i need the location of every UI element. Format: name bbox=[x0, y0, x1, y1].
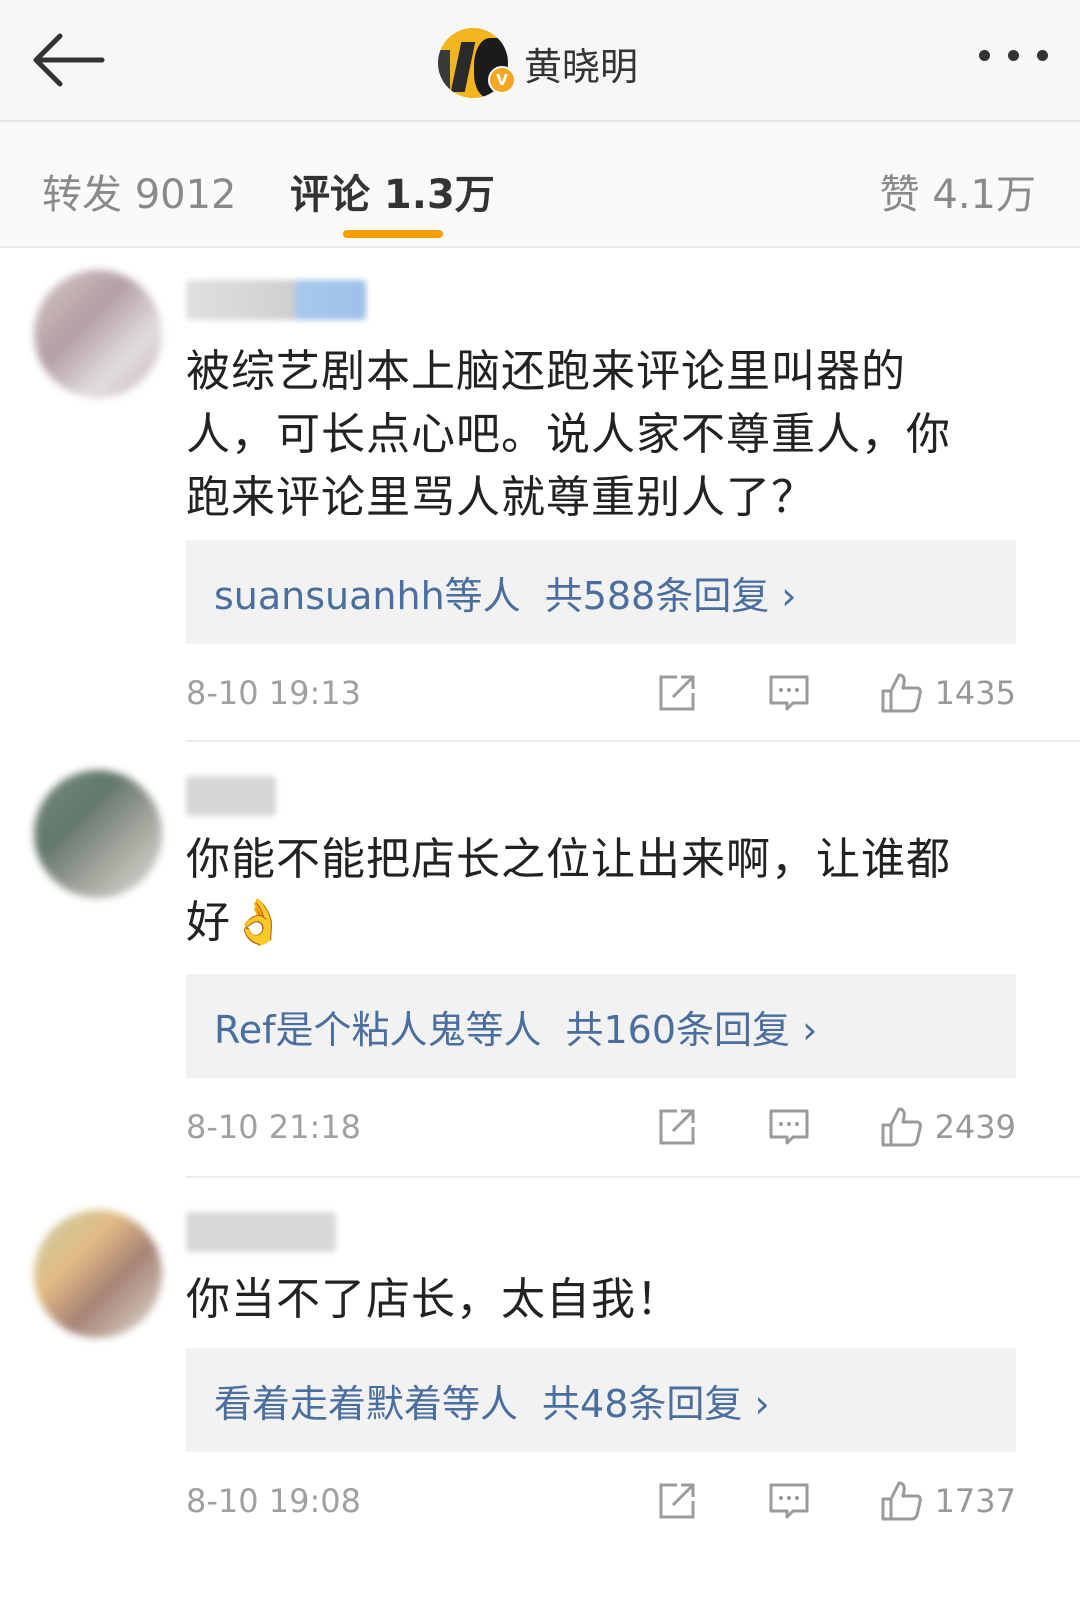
active-tab-indicator bbox=[343, 230, 443, 238]
comment-icon[interactable] bbox=[767, 1479, 811, 1523]
avatar[interactable] bbox=[34, 270, 162, 398]
tab-comment[interactable]: 评论 1.3万 bbox=[290, 162, 495, 220]
tab-bar: 转发 9012 评论 1.3万 赞 4.1万 bbox=[0, 122, 1080, 248]
comment-meta: 8-10 19:08 1737 bbox=[186, 1476, 1016, 1526]
reply-users: Ref是个粘人鬼等人 bbox=[214, 1007, 542, 1052]
arrow-left-icon[interactable] bbox=[28, 30, 108, 90]
avatar[interactable] bbox=[34, 770, 162, 898]
comment-item: 你能不能把店长之位让出来啊，让谁都 好👌 Ref是个粘人鬼等人 共160条回复 … bbox=[0, 742, 1080, 1176]
comment-icon[interactable] bbox=[767, 1105, 811, 1149]
comment-text: 你当不了店长，太自我！ bbox=[186, 1274, 681, 1325]
comment-meta: 8-10 21:18 2439 bbox=[186, 1102, 1016, 1152]
comment-text: 你能不能把店长之位让出来啊，让谁都 好👌 bbox=[186, 834, 951, 948]
reply-users: suansuanhh等人 bbox=[214, 573, 521, 618]
like-count: 1435 bbox=[934, 674, 1016, 712]
reply-count: 共160条回复 › bbox=[565, 1007, 818, 1052]
comment-text: 被综艺剧本上脑还跑来评论里叫器的 人，可长点心吧。说人家不尊重人，你 跑来评论里… bbox=[186, 346, 951, 523]
comment-time: 8-10 19:13 bbox=[186, 674, 362, 712]
username[interactable]: 黄晓明 bbox=[524, 36, 638, 91]
thumbs-up-icon[interactable] bbox=[879, 1105, 923, 1149]
thumbs-up-icon[interactable] bbox=[879, 1479, 923, 1523]
reply-preview[interactable]: Ref是个粘人鬼等人 共160条回复 › bbox=[186, 974, 1016, 1078]
comment-item: 你当不了店长，太自我！ 看着走着默着等人 共48条回复 › 8-10 19:08… bbox=[0, 1178, 1080, 1615]
share-icon[interactable] bbox=[655, 1479, 699, 1523]
tab-repost[interactable]: 转发 9012 bbox=[42, 162, 237, 220]
comment-icon[interactable] bbox=[767, 671, 811, 715]
comment-item: 被综艺剧本上脑还跑来评论里叫器的 人，可长点心吧。说人家不尊重人，你 跑来评论里… bbox=[0, 248, 1080, 740]
profile-header[interactable]: 黄晓明 bbox=[438, 18, 638, 108]
like-count: 1737 bbox=[934, 1482, 1016, 1520]
comment-time: 8-10 19:08 bbox=[186, 1482, 362, 1520]
reply-preview[interactable]: suansuanhh等人 共588条回复 › bbox=[186, 540, 1016, 644]
comment-time: 8-10 21:18 bbox=[186, 1108, 362, 1146]
reply-count: 共588条回复 › bbox=[544, 573, 797, 618]
verified-badge-icon: V bbox=[488, 66, 516, 94]
reply-users: 看着走着默着等人 bbox=[214, 1381, 519, 1426]
like-count: 2439 bbox=[934, 1108, 1016, 1146]
comment-meta: 8-10 19:13 1435 bbox=[186, 668, 1016, 718]
thumbs-up-icon[interactable] bbox=[879, 671, 923, 715]
reply-count: 共48条回复 › bbox=[542, 1381, 770, 1426]
username-blurred[interactable] bbox=[186, 280, 366, 320]
reply-preview[interactable]: 看着走着默着等人 共48条回复 › bbox=[186, 1348, 1016, 1452]
top-nav-bar: 黄晓明 V bbox=[0, 0, 1080, 122]
username-blurred[interactable] bbox=[186, 1212, 336, 1252]
username-blurred[interactable] bbox=[186, 776, 276, 816]
tab-like[interactable]: 赞 4.1万 bbox=[880, 162, 1036, 220]
more-dots-icon[interactable] bbox=[979, 50, 1048, 61]
share-icon[interactable] bbox=[655, 1105, 699, 1149]
avatar[interactable] bbox=[34, 1210, 162, 1338]
share-icon[interactable] bbox=[655, 671, 699, 715]
